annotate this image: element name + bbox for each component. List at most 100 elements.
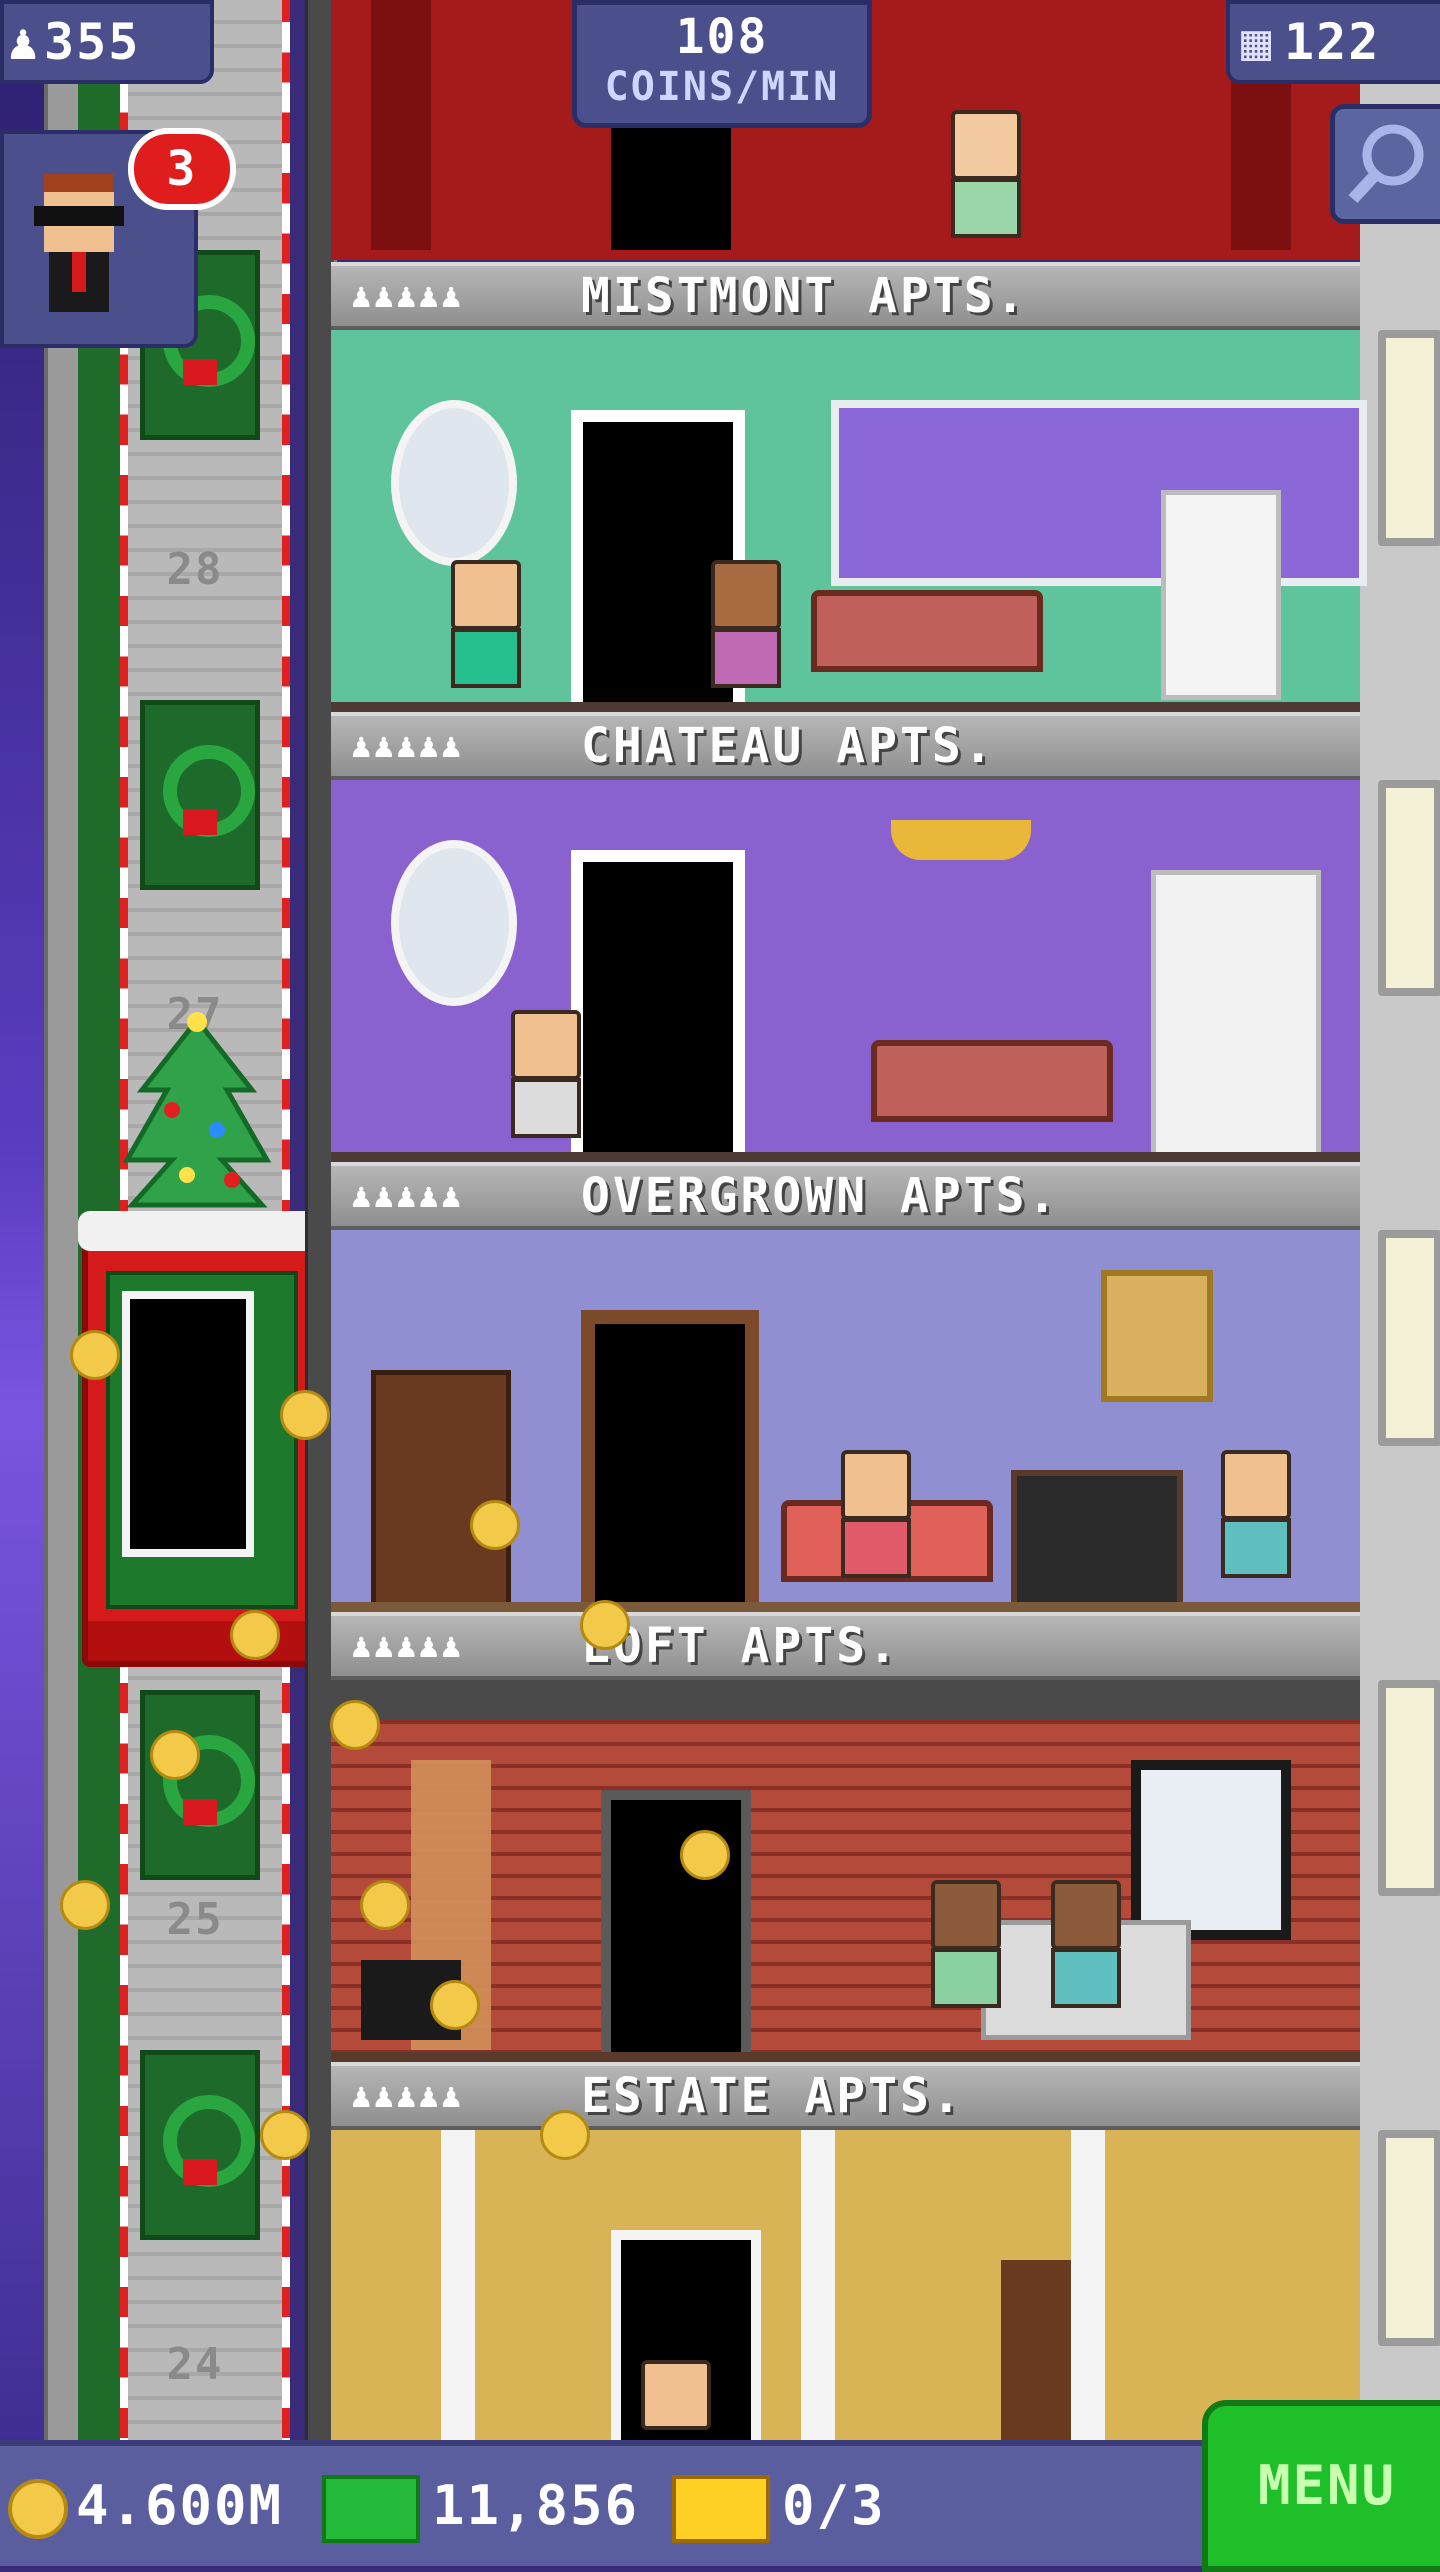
floor-name: OVERGROWN APTS. xyxy=(581,1168,1060,1224)
cabinet-furniture xyxy=(1151,870,1321,1160)
room-doorway xyxy=(571,850,745,1182)
coin-particle xyxy=(540,2110,590,2160)
notification-badge: 3 xyxy=(128,128,236,210)
coins-value: 4.600M xyxy=(76,2474,284,2537)
coin-particle xyxy=(70,1330,120,1380)
shaft-floor-number: 24 xyxy=(166,2339,224,2390)
resident-sprite[interactable] xyxy=(511,1010,581,1138)
sofa-furniture xyxy=(811,590,1043,672)
coin-particle xyxy=(330,1700,380,1750)
room-doorway xyxy=(611,120,731,250)
resident-sprite[interactable] xyxy=(1051,1880,1121,2008)
background-sky xyxy=(0,0,44,2560)
floor-label[interactable]: ♟♟♟♟♟ CHATEAU APTS. xyxy=(331,712,1360,780)
coin-particle xyxy=(430,1980,480,2030)
floor-name: ESTATE APTS. xyxy=(581,2068,964,2124)
floor-name: MISTMONT APTS. xyxy=(581,268,1028,324)
coin-particle xyxy=(60,1880,110,1930)
search-icon xyxy=(1348,124,1424,204)
mirror-decoration xyxy=(391,400,517,566)
outer-window xyxy=(1378,1680,1440,1896)
floor-label[interactable]: ♟♟♟♟♟ MISTMONT APTS. xyxy=(331,262,1360,330)
floor-count-value: 122 xyxy=(1284,13,1381,71)
column-decoration xyxy=(801,2130,835,2440)
fireplace-furniture xyxy=(1011,1470,1183,1612)
resident-sprite[interactable] xyxy=(641,2360,711,2430)
ceiling-beams xyxy=(331,1680,1360,1720)
fridge-furniture xyxy=(1161,490,1281,700)
wreath-decoration xyxy=(140,1690,260,1880)
coin-particle xyxy=(360,1880,410,1930)
wreath-decoration xyxy=(140,700,260,890)
coins-per-min-value: 108 xyxy=(675,9,769,65)
outer-window xyxy=(1378,1230,1440,1446)
column-decoration xyxy=(441,2130,475,2440)
painting-decoration xyxy=(1101,1270,1213,1402)
coin-icon xyxy=(8,2479,68,2540)
resident-sprite[interactable] xyxy=(451,560,521,688)
floor-room[interactable] xyxy=(331,330,1367,732)
wreath-decoration xyxy=(140,2050,260,2240)
resident-sprite[interactable] xyxy=(841,1450,911,1578)
elevator-door xyxy=(122,1291,254,1557)
floor-room[interactable] xyxy=(331,780,1360,1182)
star-rating: ♟♟♟♟♟ xyxy=(351,2076,464,2116)
building-icon: ▦ xyxy=(1240,13,1274,71)
room-window xyxy=(1131,1760,1291,1940)
chest-icon xyxy=(672,2475,770,2544)
room-doorway xyxy=(581,1310,759,1634)
coin-particle xyxy=(280,1390,330,1440)
christmas-tree-decoration xyxy=(122,1012,272,1208)
resident-sprite[interactable] xyxy=(951,110,1021,238)
room-windows xyxy=(831,400,1367,586)
coins-per-min-unit: COINS/MIN xyxy=(604,64,840,110)
coin-particle xyxy=(230,1610,280,1660)
resident-sprite[interactable] xyxy=(1221,1450,1291,1578)
resident-sprite[interactable] xyxy=(931,1880,1001,2008)
chandelier-decoration xyxy=(891,820,1031,860)
floor-counter[interactable]: ▦ 122 xyxy=(1226,0,1440,84)
shaft-floor-number: 28 xyxy=(166,544,224,595)
person-icon: ♟ xyxy=(7,13,41,71)
population-counter[interactable]: ♟355 xyxy=(0,0,214,84)
chest-counter[interactable]: 0/3 xyxy=(672,2446,886,2566)
outer-window xyxy=(1378,780,1440,996)
star-rating: ♟♟♟♟♟ xyxy=(351,1176,464,1216)
coin-particle xyxy=(680,1830,730,1880)
population-value: 355 xyxy=(44,13,141,71)
coins-per-min-display[interactable]: 108 COINS/MIN xyxy=(572,0,872,128)
search-button[interactable] xyxy=(1330,104,1440,224)
sofa-furniture xyxy=(871,1040,1113,1122)
room-doorway xyxy=(601,1790,751,2080)
bux-value: 11,856 xyxy=(432,2474,640,2537)
floor-label[interactable]: ♟♟♟♟♟ LOFT APTS. xyxy=(331,1612,1360,1680)
bux-icon xyxy=(322,2475,420,2544)
coins-counter[interactable]: 4.600M xyxy=(8,2446,283,2566)
bookshelf-furniture xyxy=(1001,2260,1071,2440)
star-rating: ♟♟♟♟♟ xyxy=(351,276,464,316)
star-rating: ♟♟♟♟♟ xyxy=(351,1626,464,1666)
coin-particle xyxy=(260,2110,310,2160)
floor-label[interactable]: ♟♟♟♟♟ ESTATE APTS. xyxy=(331,2062,1360,2130)
menu-button[interactable]: MENU xyxy=(1202,2400,1440,2572)
coin-particle xyxy=(470,1500,520,1550)
tower-edge-rail xyxy=(44,0,82,2440)
mirror-decoration xyxy=(391,840,517,1006)
shaft-floor-number: 25 xyxy=(166,1894,224,1945)
chest-value: 0/3 xyxy=(782,2474,886,2537)
floor-room[interactable] xyxy=(331,1680,1360,2080)
elevator-car[interactable] xyxy=(78,1211,318,1667)
star-rating: ♟♟♟♟♟ xyxy=(351,726,464,766)
floor-name: CHATEAU APTS. xyxy=(581,718,996,774)
coin-particle xyxy=(580,1600,630,1650)
coin-particle xyxy=(150,1730,200,1780)
resident-sprite[interactable] xyxy=(711,560,781,688)
outer-window xyxy=(1378,2130,1440,2346)
outer-window xyxy=(1378,330,1440,546)
bux-counter[interactable]: 11,856 xyxy=(322,2446,639,2566)
floor-room[interactable] xyxy=(331,1230,1360,1634)
floor-label[interactable]: ♟♟♟♟♟ OVERGROWN APTS. xyxy=(331,1162,1360,1230)
floor-room[interactable] xyxy=(331,2130,1360,2450)
bookshelf-furniture xyxy=(371,1370,511,1610)
column-decoration xyxy=(1071,2130,1105,2440)
